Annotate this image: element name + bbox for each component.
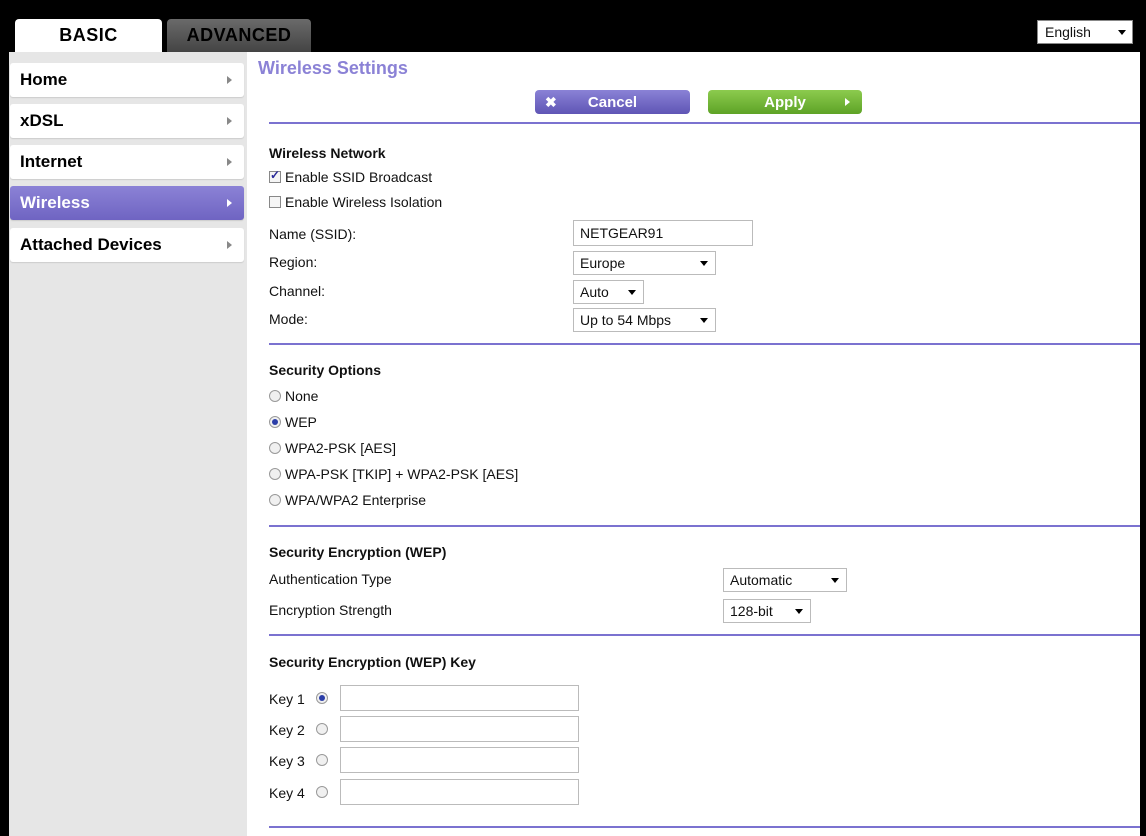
security-radio-none[interactable] (269, 390, 281, 402)
security-option-label: WEP (285, 414, 317, 430)
chevron-down-icon (795, 609, 803, 614)
chevron-right-icon (227, 199, 232, 207)
ssid-label: Name (SSID): (269, 226, 357, 242)
channel-select[interactable]: Auto (573, 280, 644, 304)
security-option-label: WPA-PSK [TKIP] + WPA2-PSK [AES] (285, 466, 519, 482)
enable-ssid-label: Enable SSID Broadcast (285, 169, 433, 185)
wep-key-2-radio[interactable] (316, 723, 328, 735)
region-select[interactable]: Europe (573, 251, 716, 275)
tab-advanced[interactable]: ADVANCED (167, 19, 311, 52)
sidebar-item-label: Attached Devices (20, 235, 162, 254)
ssid-input[interactable]: NETGEAR91 (573, 220, 753, 246)
region-value: Europe (580, 255, 626, 271)
wep-key-3-input[interactable] (340, 747, 579, 773)
ssid-value: NETGEAR91 (580, 225, 664, 241)
sidebar-item-label: Home (20, 70, 68, 89)
language-value: English (1045, 24, 1091, 40)
tab-basic[interactable]: BASIC (15, 19, 162, 52)
chevron-right-icon (845, 98, 850, 106)
router-admin-window: BASIC ADVANCED English Home xDSL Interne… (0, 0, 1146, 836)
channel-label: Channel: (269, 283, 326, 299)
cancel-button[interactable]: ✖ Cancel (535, 90, 690, 114)
divider (269, 826, 1140, 828)
wep-key-label: Key 1 (269, 691, 305, 707)
security-option-label: WPA2-PSK [AES] (285, 440, 396, 456)
security-radio-wpa-wpa2-psk[interactable] (269, 468, 281, 480)
security-radio-wep[interactable] (269, 416, 281, 428)
enable-ssid-checkbox[interactable] (269, 168, 281, 183)
wep-key-2-input[interactable] (340, 716, 579, 742)
region-label: Region: (269, 254, 318, 270)
wep-key-1-input[interactable] (340, 685, 579, 711)
cancel-button-label: Cancel (587, 93, 638, 111)
sidebar-item-label: xDSL (20, 111, 64, 130)
sidebar-item-xdsl[interactable]: xDSL (10, 104, 244, 138)
wep-key-3-radio[interactable] (316, 754, 328, 766)
top-bar: BASIC ADVANCED English (9, 6, 1140, 52)
chevron-down-icon (700, 318, 708, 323)
sidebar-item-home[interactable]: Home (10, 63, 244, 97)
wep-key-label: Key 4 (269, 785, 305, 801)
wep-key-4-input[interactable] (340, 779, 579, 805)
mode-select[interactable]: Up to 54 Mbps (573, 308, 716, 332)
enable-isolation-label: Enable Wireless Isolation (285, 194, 443, 210)
chevron-right-icon (227, 158, 232, 166)
language-select[interactable]: English (1037, 20, 1133, 44)
wep-key-label: Key 2 (269, 722, 305, 738)
chevron-down-icon (628, 290, 636, 295)
sidebar-item-label: Internet (20, 152, 83, 171)
chevron-right-icon (227, 76, 232, 84)
auth-type-select[interactable]: Automatic (723, 568, 847, 592)
security-option-label: None (285, 388, 319, 404)
chevron-down-icon (1118, 30, 1126, 35)
section-heading-wep-key: Security Encryption (WEP) Key (269, 654, 476, 670)
wep-key-label: Key 3 (269, 753, 305, 769)
chevron-down-icon (700, 261, 708, 266)
chevron-down-icon (831, 578, 839, 583)
section-heading-security-encryption: Security Encryption (WEP) (269, 544, 447, 560)
encryption-strength-select[interactable]: 128-bit (723, 599, 811, 623)
auth-type-label: Authentication Type (269, 571, 392, 587)
divider (269, 122, 1140, 124)
security-radio-enterprise[interactable] (269, 494, 281, 506)
chevron-right-icon (227, 241, 232, 249)
enable-isolation-checkbox[interactable] (269, 196, 281, 208)
divider (269, 343, 1140, 345)
encryption-strength-value: 128-bit (730, 603, 773, 619)
sidebar-item-internet[interactable]: Internet (10, 145, 244, 179)
wep-key-4-radio[interactable] (316, 786, 328, 798)
mode-value: Up to 54 Mbps (580, 312, 672, 328)
apply-button[interactable]: Apply (708, 90, 862, 114)
section-heading-wireless-network: Wireless Network (269, 145, 386, 161)
wep-key-1-radio[interactable] (316, 692, 328, 704)
auth-type-value: Automatic (730, 572, 793, 588)
security-option-label: WPA/WPA2 Enterprise (285, 492, 427, 508)
main-content: Wireless Settings ✖ Cancel Apply Wireles… (258, 52, 1140, 836)
sidebar-item-wireless[interactable]: Wireless (10, 186, 244, 220)
sidebar: Home xDSL Internet Wireless Attached Dev… (9, 52, 247, 836)
divider (269, 525, 1140, 527)
sidebar-item-label: Wireless (20, 193, 90, 212)
section-heading-security-options: Security Options (269, 362, 382, 378)
page-title: Wireless Settings (258, 58, 408, 78)
security-radio-wpa2-psk[interactable] (269, 442, 281, 454)
encryption-strength-label: Encryption Strength (269, 602, 392, 618)
mode-label: Mode: (269, 311, 308, 327)
apply-button-label: Apply (764, 93, 806, 111)
sidebar-item-attached-devices[interactable]: Attached Devices (10, 228, 244, 262)
chevron-right-icon (227, 117, 232, 125)
divider (269, 634, 1140, 636)
channel-value: Auto (580, 284, 609, 300)
